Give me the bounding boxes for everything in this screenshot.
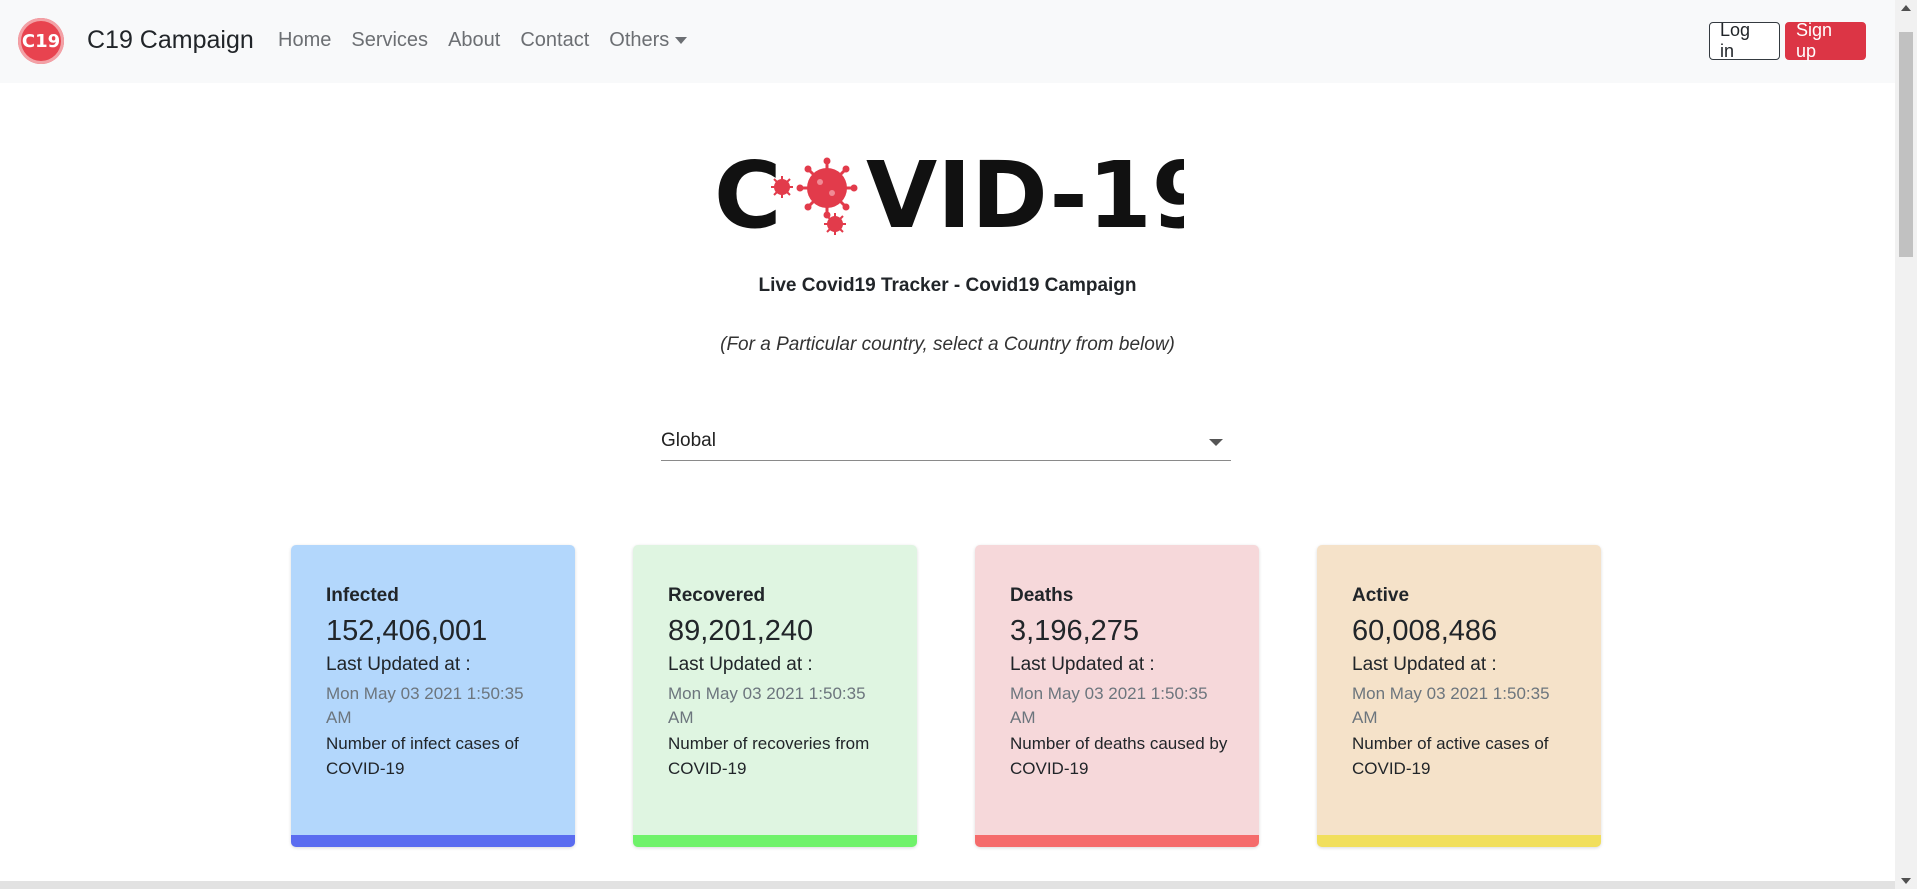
covid19-logo: C VID-19 xyxy=(714,142,1216,249)
card-description: Number of recoveries from COVID-19 xyxy=(668,734,870,778)
login-button[interactable]: Log in xyxy=(1709,20,1780,61)
nav-link-contact[interactable]: Contact xyxy=(520,29,589,52)
horizontal-scrollbar[interactable] xyxy=(0,881,1895,889)
card-updated-label: Last Updated at : xyxy=(1010,654,1155,675)
covid-logo-rest: VID-19 xyxy=(866,145,1184,245)
card-updated-label: Last Updated at : xyxy=(326,654,471,675)
brand-logo[interactable]: C19 xyxy=(18,18,64,64)
card-date: Mon May 03 2021 1:50:35 AM xyxy=(1010,684,1208,727)
card-accent-bar xyxy=(975,835,1259,847)
page-subtagline: (For a Particular country, select a Coun… xyxy=(720,334,1175,355)
card-count: 152,406,001 xyxy=(326,615,488,647)
card-date: Mon May 03 2021 1:50:35 AM xyxy=(1352,684,1550,727)
scroll-up-icon[interactable] xyxy=(1901,5,1911,11)
card-active: Active 60,008,486 Last Updated at : Mon … xyxy=(1317,545,1601,847)
navbar: C19 C19 Campaign Home Services About Con… xyxy=(0,0,1895,83)
brand-name[interactable]: C19 Campaign xyxy=(87,26,254,55)
card-accent-bar xyxy=(291,835,575,847)
card-title: Active xyxy=(1352,585,1410,606)
nav-link-about[interactable]: About xyxy=(448,29,500,52)
card-accent-bar xyxy=(633,835,917,847)
card-count: 60,008,486 xyxy=(1352,615,1498,647)
card-updated-label: Last Updated at : xyxy=(1352,654,1497,675)
nav-dropdown-others-label: Others xyxy=(609,29,670,51)
scrollbar-thumb[interactable] xyxy=(1899,32,1913,257)
card-description: Number of deaths caused by COVID-19 xyxy=(1010,734,1228,778)
card-count: 3,196,275 xyxy=(1010,615,1140,647)
virus-icon-large xyxy=(796,157,858,219)
card-title: Infected xyxy=(326,585,399,606)
card-accent-bar xyxy=(1317,835,1601,847)
card-date: Mon May 03 2021 1:50:35 AM xyxy=(668,684,866,727)
scroll-down-icon[interactable] xyxy=(1901,878,1911,884)
virus-icon-small-bottom xyxy=(824,213,846,235)
card-description: Number of active cases of COVID-19 xyxy=(1352,734,1549,778)
nav-link-services[interactable]: Services xyxy=(351,29,428,52)
nav-link-home[interactable]: Home xyxy=(278,29,331,52)
card-updated-label: Last Updated at : xyxy=(668,654,813,675)
virus-icon-small-left xyxy=(771,176,793,198)
signup-button[interactable]: Sign up xyxy=(1785,20,1866,61)
dropdown-arrow-icon xyxy=(1209,439,1223,446)
card-date: Mon May 03 2021 1:50:35 AM xyxy=(326,684,524,727)
card-count: 89,201,240 xyxy=(668,615,814,647)
card-deaths: Deaths 3,196,275 Last Updated at : Mon M… xyxy=(975,545,1259,847)
caret-down-icon xyxy=(675,37,688,45)
nav-links: Home Services About Contact Others xyxy=(278,29,707,52)
vertical-scrollbar[interactable] xyxy=(1895,0,1917,889)
covid-logo-c: C xyxy=(714,145,782,245)
card-description: Number of infect cases of COVID-19 xyxy=(326,734,519,778)
card-infected: Infected 152,406,001 Last Updated at : M… xyxy=(291,545,575,847)
card-title: Deaths xyxy=(1010,585,1074,606)
nav-dropdown-others[interactable]: Others xyxy=(609,29,688,52)
card-recovered: Recovered 89,201,240 Last Updated at : M… xyxy=(633,545,917,847)
country-select[interactable]: Global xyxy=(661,425,1231,461)
country-select-value: Global xyxy=(661,430,716,451)
card-title: Recovered xyxy=(668,585,766,606)
page-tagline: Live Covid19 Tracker - Covid19 Campaign xyxy=(758,275,1137,296)
